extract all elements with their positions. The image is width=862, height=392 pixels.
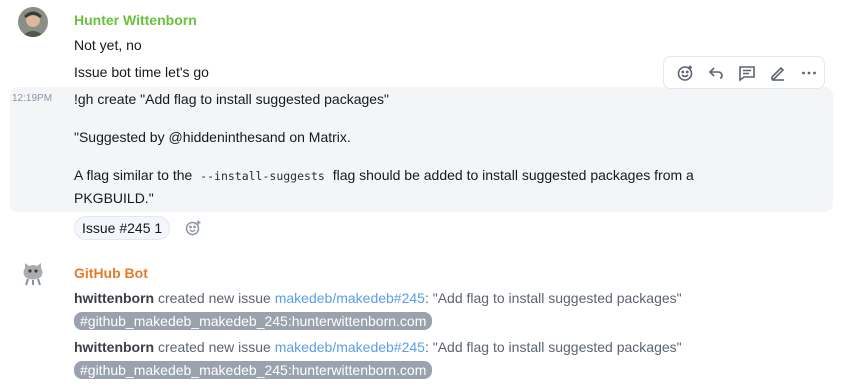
event-action: created new issue	[158, 339, 271, 355]
message-action-bar	[663, 56, 825, 89]
edit-button[interactable]	[762, 58, 793, 88]
react-icon	[678, 65, 693, 81]
react-button[interactable]	[670, 58, 701, 88]
bot-event-line: hwittenborn created new issue makedeb/ma…	[74, 337, 682, 357]
message-text: "Suggested by @hiddeninthesand on Matrix…	[74, 129, 351, 145]
sender-name[interactable]: GitHub Bot	[74, 265, 148, 281]
event-title: : "Add flag to install suggested package…	[424, 339, 682, 355]
message-text: Issue bot time let's go	[74, 64, 209, 80]
room-pill[interactable]: #github_makedeb_makedeb_245:hunterwitten…	[74, 312, 433, 330]
thread-button[interactable]	[732, 58, 763, 88]
room-pill-line: #github_makedeb_makedeb_245:hunterwitten…	[74, 360, 433, 380]
inline-code: --install-suggests	[200, 169, 325, 183]
message-text: A flag similar to the --install-suggests…	[74, 165, 694, 186]
options-button[interactable]	[793, 58, 824, 88]
event-title: : "Add flag to install suggested package…	[424, 290, 682, 306]
issue-link[interactable]: makedeb/makedeb#245	[275, 290, 425, 306]
event-action: created new issue	[158, 290, 271, 306]
message-text: Not yet, no	[74, 37, 142, 53]
message-text: !gh create "Add flag to install suggeste…	[74, 91, 390, 107]
add-reaction-icon	[185, 220, 201, 236]
sender-name[interactable]: Hunter Wittenborn	[74, 12, 197, 28]
message-timestamp[interactable]: 12:19PM	[12, 93, 52, 104]
message-text: PKGBUILD."	[74, 190, 154, 206]
thread-icon	[739, 65, 755, 82]
options-icon	[801, 71, 816, 74]
event-user: hwittenborn	[74, 290, 155, 306]
room-pill-line: #github_makedeb_makedeb_245:hunterwitten…	[74, 311, 433, 331]
add-reaction-button[interactable]	[184, 219, 202, 237]
avatar-hunter-wittenborn[interactable]	[18, 7, 48, 37]
reaction-pill[interactable]: Issue #245 1	[74, 216, 171, 240]
message-text-segment: A flag similar to the	[74, 167, 193, 183]
event-user: hwittenborn	[74, 339, 155, 355]
reply-button[interactable]	[701, 58, 732, 88]
bot-event-line: hwittenborn created new issue makedeb/ma…	[74, 288, 682, 308]
room-pill[interactable]: #github_makedeb_makedeb_245:hunterwitten…	[74, 361, 433, 379]
message-text-segment: flag should be added to install suggeste…	[332, 167, 694, 183]
avatar-github-bot[interactable]	[20, 260, 46, 286]
issue-link[interactable]: makedeb/makedeb#245	[275, 339, 425, 355]
reply-icon	[709, 66, 723, 79]
edit-icon	[770, 66, 784, 81]
